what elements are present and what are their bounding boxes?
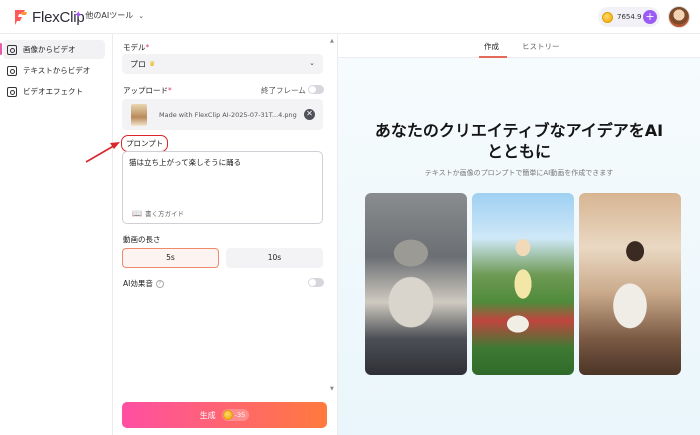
ai-sound-label-text: AI効果音 [123, 279, 153, 288]
book-icon: 📖 [132, 208, 142, 218]
remove-icon[interactable]: ✕ [304, 109, 315, 120]
coin-icon [222, 410, 233, 420]
model-label: モデル* [123, 43, 150, 52]
preview-area: 作成 ヒストリー あなたのクリエイティブなアイデアをAI とともに テキストか画… [338, 34, 700, 435]
credits-value: 7654.9 [617, 13, 642, 21]
hero-headline: あなたのクリエイティブなアイデアをAI とともに [338, 120, 700, 162]
upload-filename: Made with FlexClip AI-2025-07-31T...4.pn… [159, 110, 297, 119]
upload-thumbnail [131, 103, 147, 126]
generate-button[interactable]: 生成 -35 [122, 402, 327, 428]
add-credits-button[interactable]: + [643, 10, 657, 24]
duration-10s-button[interactable]: 10s [226, 248, 323, 268]
headline-line2: とともに [486, 142, 551, 161]
example-card-cat[interactable] [365, 193, 467, 375]
tools-menu-label: 他のAIツール [85, 11, 134, 20]
sidebar-item-text-to-video[interactable]: テキストからビデオ [3, 61, 105, 80]
video-effect-icon [7, 86, 17, 97]
sidebar-item-image-to-video[interactable]: 画像からビデオ [3, 40, 105, 59]
hero-subtitle: テキストか画像のプロンプトで簡単にAI動画を作成できます [424, 169, 614, 177]
credits-badge[interactable]: 7654.9 + [598, 7, 660, 27]
end-frame-label: 終了フレーム [261, 86, 306, 95]
writing-guide-link[interactable]: 📖 書く方ガイド [132, 208, 184, 219]
headline-line1: あなたのクリエイティブなアイデアをAI [374, 121, 664, 140]
generate-cost: -35 [221, 409, 250, 421]
ai-sound-label: AI効果音? [123, 278, 164, 289]
crown-icon: ♛ [149, 60, 156, 68]
example-card-girl-lamb[interactable] [472, 193, 574, 375]
sidebar-item-label: 画像からビデオ [23, 45, 76, 54]
flexclip-logo-icon [15, 10, 27, 25]
scroll-down-arrow[interactable]: ▼ [330, 386, 334, 392]
prompt-label: プロンプト [121, 135, 169, 152]
coin-icon [602, 11, 613, 23]
chevron-down-icon: ⌄ [309, 59, 315, 67]
other-ai-tools-menu[interactable]: ✦ 他のAIツール ⌄ [74, 10, 144, 21]
example-card-woman-reading[interactable] [579, 193, 681, 375]
end-frame-toggle[interactable] [308, 85, 324, 94]
sidebar-item-video-effect[interactable]: ビデオエフェクト [3, 82, 105, 101]
sparkle-icon: ✦ [74, 10, 83, 21]
prompt-text: 猫は立ち上がって楽しそうに踊る [129, 158, 242, 167]
scroll-up-arrow[interactable]: ▲ [330, 38, 334, 44]
uploaded-image[interactable]: Made with FlexClip AI-2025-07-31T...4.pn… [122, 99, 323, 130]
duration-label: 動画の長さ [123, 235, 161, 244]
ai-sound-toggle[interactable] [308, 278, 324, 287]
info-icon[interactable]: ? [155, 280, 164, 288]
upload-label-text: アップロード [123, 86, 168, 95]
chevron-down-icon: ⌄ [138, 11, 145, 20]
duration-5s-button[interactable]: 5s [122, 248, 219, 268]
avatar[interactable] [668, 6, 690, 28]
top-header: FlexClip ✦ 他のAIツール ⌄ 7654.9 + [0, 0, 700, 34]
model-value: プロ [130, 59, 146, 69]
sidebar-item-label: テキストからビデオ [23, 66, 91, 75]
generate-label: 生成 [199, 410, 216, 420]
sidebar-item-label: ビデオエフェクト [23, 87, 83, 96]
text-to-video-icon [7, 65, 17, 76]
guide-label: 書く方ガイド [144, 210, 184, 218]
generate-cost-value: -35 [234, 411, 246, 419]
settings-panel: ▲ モデル* プロ ♛ ⌄ アップロード* 終了フレーム Made with F… [113, 34, 338, 435]
active-indicator [0, 43, 2, 55]
model-label-text: モデル [123, 43, 146, 52]
model-select[interactable]: プロ ♛ ⌄ [122, 54, 323, 74]
upload-label: アップロード* [123, 86, 172, 95]
left-sidebar: 画像からビデオ テキストからビデオ ビデオエフェクト [0, 34, 113, 435]
hero-section: あなたのクリエイティブなアイデアをAI とともに テキストか画像のプロンプトで簡… [338, 58, 700, 435]
image-to-video-icon [7, 44, 17, 55]
tab-history[interactable]: ヒストリー [522, 41, 560, 52]
preview-tabs: 作成 ヒストリー [338, 34, 700, 58]
tab-create[interactable]: 作成 [484, 41, 499, 52]
